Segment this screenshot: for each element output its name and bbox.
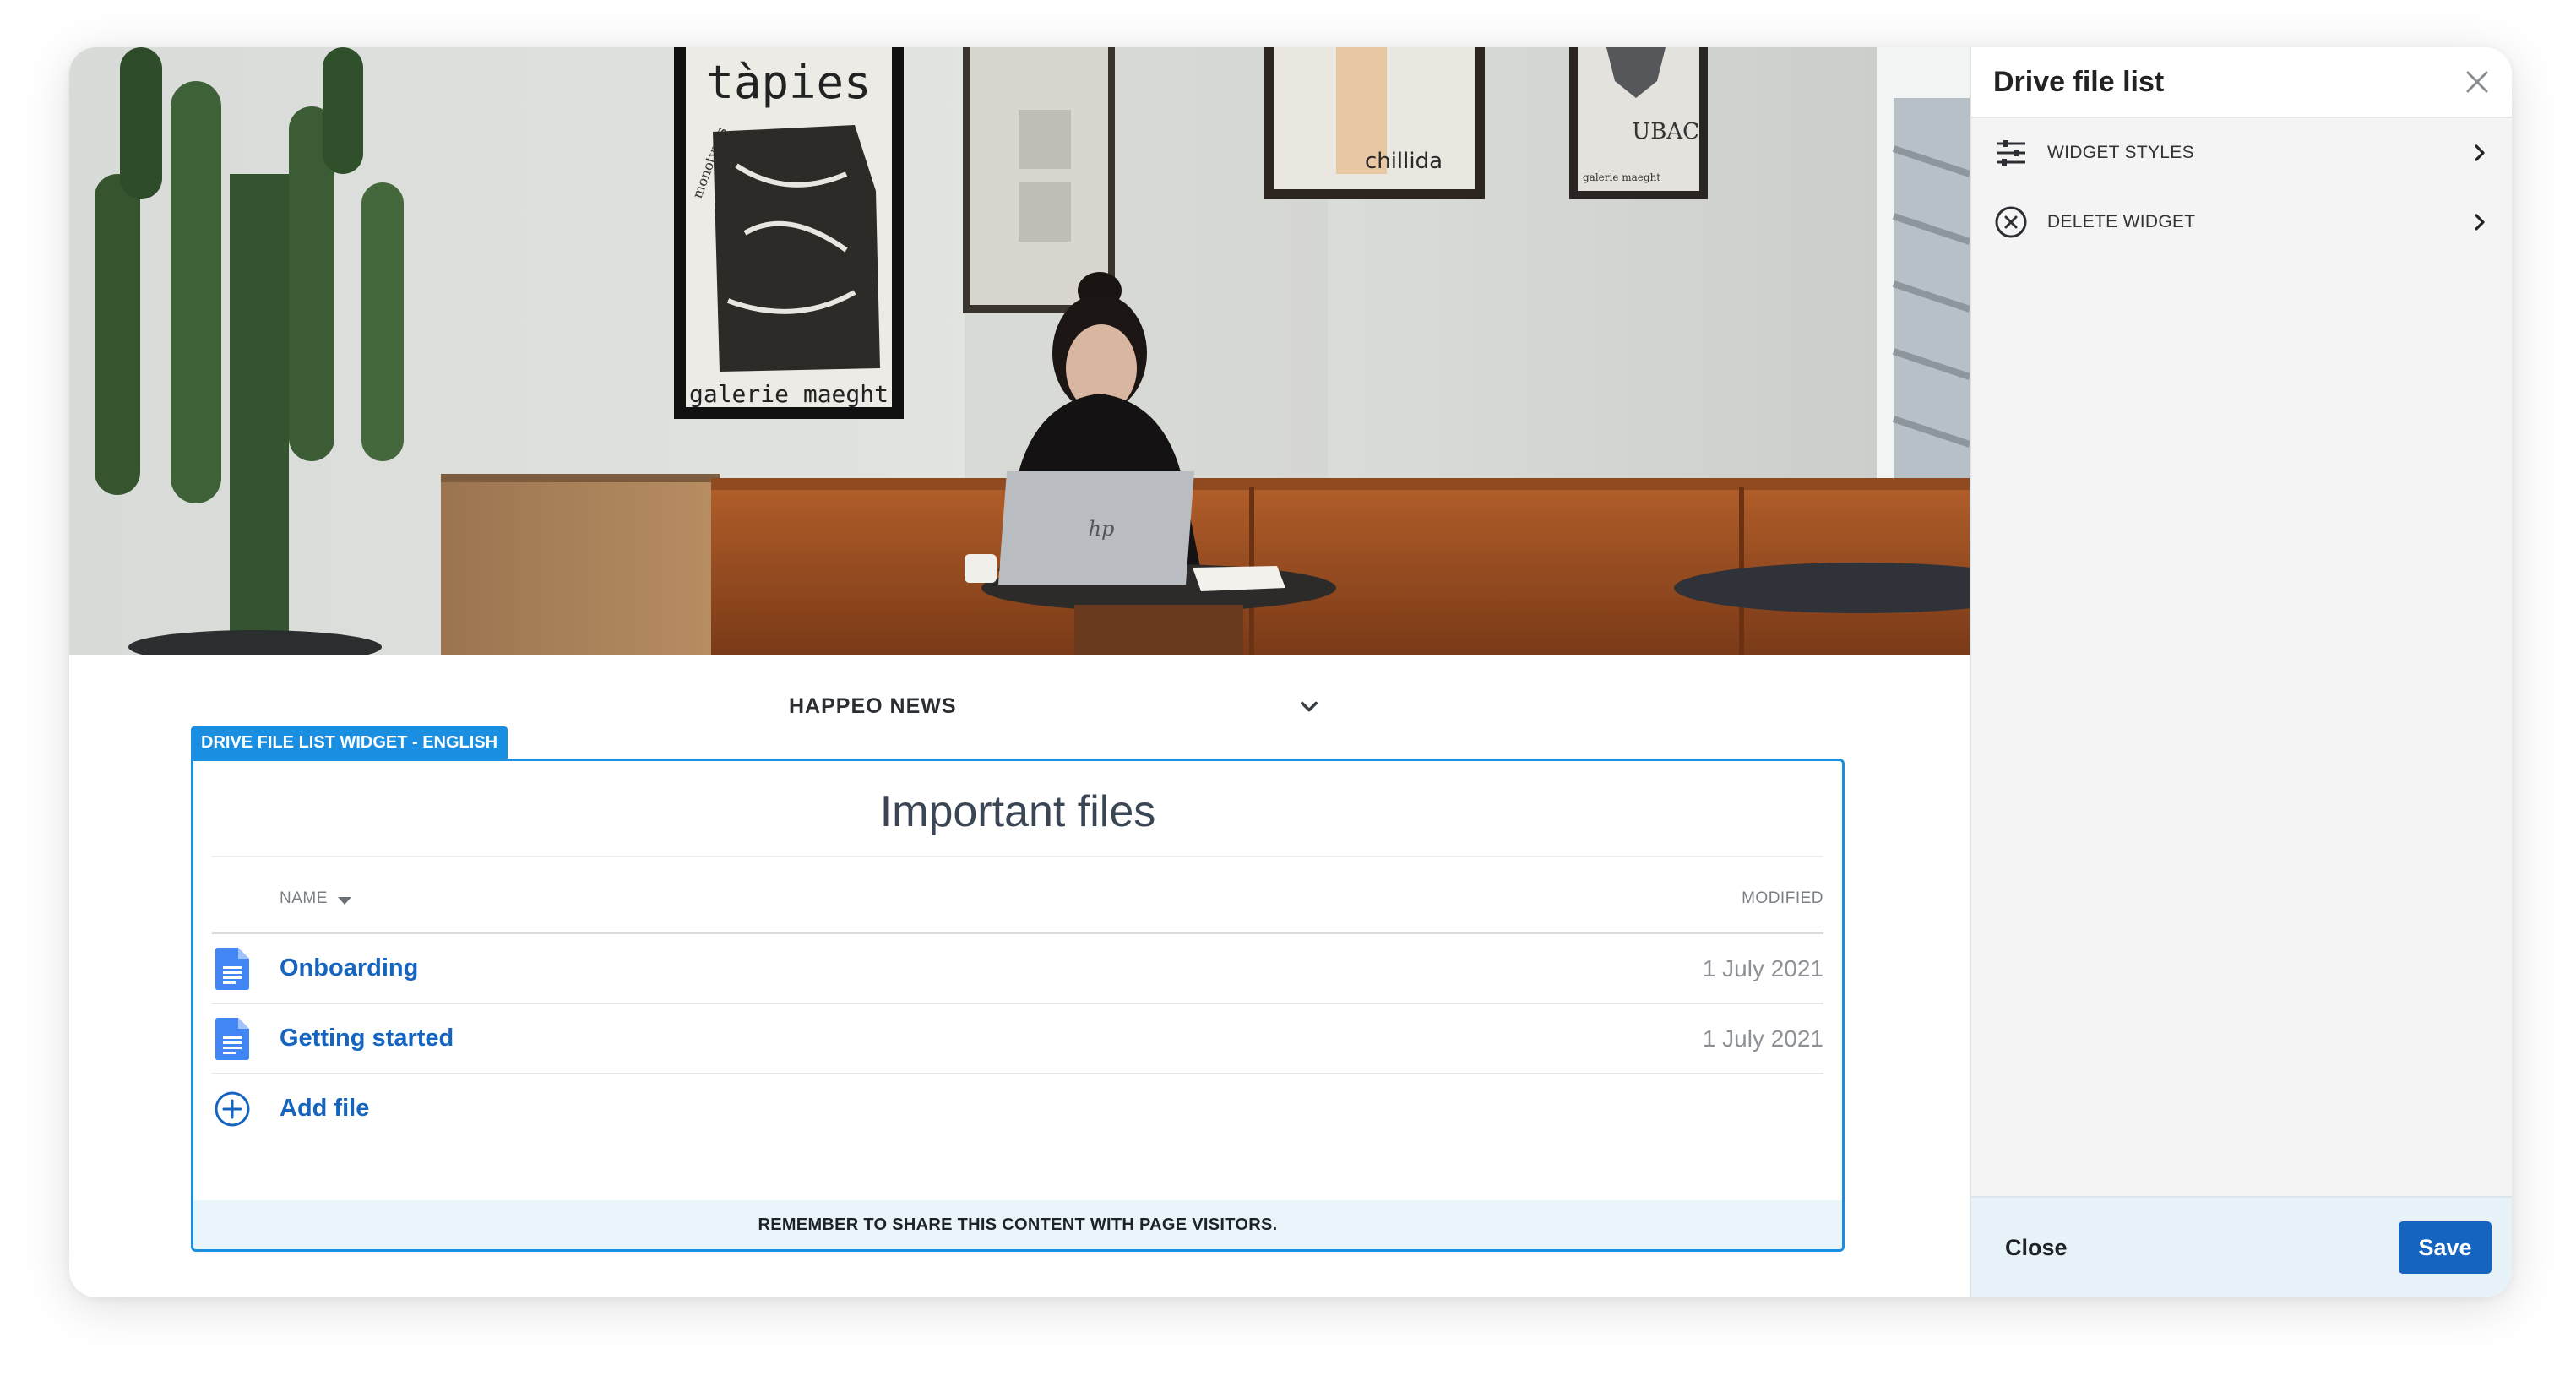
sliders-icon — [1997, 140, 2025, 166]
modified-column-header[interactable]: MODIFIED — [1742, 889, 1823, 908]
widget-tag: DRIVE FILE LIST WIDGET - ENGLISH — [191, 726, 508, 759]
close-button[interactable]: Close — [2005, 1235, 2068, 1261]
laptop-logo: hp — [1089, 517, 1115, 541]
table-row[interactable]: Getting started 1 July 2021 — [212, 1004, 1823, 1074]
channel-dropdown[interactable]: HAPPEO NEWS — [789, 682, 1321, 730]
add-file-link[interactable]: Add file — [280, 1095, 369, 1123]
save-button[interactable]: Save — [2399, 1221, 2492, 1274]
google-docs-icon — [215, 1017, 249, 1060]
panel-title: Drive file list — [1993, 65, 2165, 98]
poster-tapies-footer: galerie maeght — [689, 380, 889, 408]
menu-item-widget-styles[interactable]: WIDGET STYLES — [1971, 118, 2512, 188]
menu-item-label: WIDGET STYLES — [2047, 143, 2194, 162]
modified-date: 1 July 2021 — [1702, 1025, 1823, 1052]
add-circle-icon[interactable] — [214, 1090, 251, 1128]
close-circle-icon — [1995, 206, 2027, 238]
sort-down-icon — [337, 896, 351, 905]
menu-item-label: DELETE WIDGET — [2047, 212, 2196, 231]
modified-date: 1 July 2021 — [1702, 954, 1823, 981]
close-icon[interactable] — [2465, 69, 2490, 95]
name-column-label: NAME — [280, 889, 328, 907]
hero-image: tàpies monotypes galerie maeght chillida… — [69, 47, 1970, 655]
table-header: NAME MODIFIED — [212, 866, 1823, 934]
settings-panel: Drive file list WIDGET STYLES DELETE WID… — [1970, 47, 2512, 1297]
name-column-header[interactable]: NAME — [280, 889, 351, 908]
app-window: tàpies monotypes galerie maeght chillida… — [69, 47, 2512, 1297]
panel-header: Drive file list — [1971, 47, 2512, 118]
poster-chillida-text: chillida — [1365, 149, 1443, 174]
title-divider — [212, 856, 1823, 857]
poster-ubac-footer: galerie maeght — [1583, 171, 1660, 183]
add-file-row[interactable]: Add file — [212, 1074, 1823, 1143]
table-row[interactable]: Onboarding 1 July 2021 — [212, 934, 1823, 1004]
chevron-right-icon — [2475, 214, 2485, 231]
google-docs-icon — [215, 947, 249, 990]
file-table: NAME MODIFIED Onboarding 1 July 2021 Get… — [212, 866, 1823, 1143]
poster-tapies-title: tàpies — [706, 56, 871, 109]
file-link[interactable]: Onboarding — [280, 954, 418, 982]
widget-title: Important files — [879, 787, 1156, 836]
chevron-down-icon — [1301, 701, 1318, 712]
menu-item-delete-widget[interactable]: DELETE WIDGET — [1971, 188, 2512, 257]
file-link[interactable]: Getting started — [280, 1025, 454, 1052]
panel-footer: Close Save — [1971, 1196, 2512, 1297]
drive-file-list-widget[interactable]: Important files NAME MODIFIED Onboarding… — [191, 759, 1845, 1252]
channel-label: HAPPEO NEWS — [789, 693, 957, 718]
poster-ubac-text: UBAC — [1632, 119, 1699, 144]
chevron-right-icon — [2475, 144, 2485, 161]
share-reminder: REMEMBER TO SHARE THIS CONTENT WITH PAGE… — [193, 1200, 1842, 1249]
